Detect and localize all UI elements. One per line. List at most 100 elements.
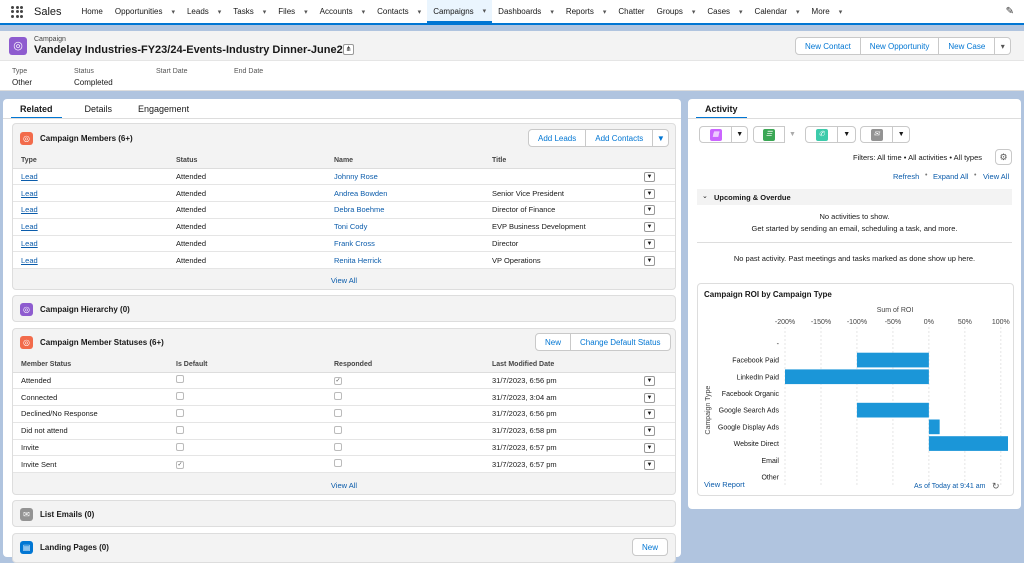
- nav-item-reports[interactable]: Reports ▾: [560, 0, 613, 24]
- row-actions-chevron-down-icon[interactable]: ▼: [644, 255, 655, 266]
- expand-all-link[interactable]: Expand All: [933, 172, 968, 181]
- row-actions-chevron-down-icon[interactable]: ▼: [644, 205, 655, 216]
- row-actions-chevron-down-icon[interactable]: ▼: [644, 426, 655, 437]
- chevron-down-icon[interactable]: ▼: [837, 127, 855, 142]
- nav-item-home[interactable]: Home: [76, 0, 109, 24]
- chevron-down-icon[interactable]: ▾: [304, 8, 308, 16]
- nav-item-accounts[interactable]: Accounts ▾: [314, 0, 371, 24]
- new-event-button[interactable]: ▦ ▼: [699, 126, 748, 143]
- column-header[interactable]: Name: [326, 153, 484, 169]
- chevron-down-icon[interactable]: ▾: [418, 8, 422, 16]
- chevron-down-icon[interactable]: ▼: [892, 127, 909, 142]
- tab-engagement[interactable]: Engagement: [129, 101, 198, 119]
- chevron-down-icon[interactable]: ▾: [263, 8, 267, 16]
- add-leads-button[interactable]: Add Leads: [528, 129, 587, 147]
- add-contacts-button[interactable]: Add Contacts: [586, 129, 654, 147]
- row-actions-chevron-down-icon[interactable]: ▼: [644, 222, 655, 233]
- chevron-down-icon[interactable]: ▾: [692, 8, 696, 16]
- no-past-activity-text: No past activity. Past meetings and task…: [733, 254, 976, 263]
- members-view-all-link[interactable]: View All: [13, 276, 675, 285]
- new-landing-page-button[interactable]: New: [632, 538, 669, 556]
- chevron-down-icon[interactable]: ▼: [785, 126, 800, 143]
- name-link[interactable]: Johnny Rose: [334, 172, 378, 181]
- name-link[interactable]: Frank Cross: [334, 239, 375, 248]
- members-more-chevron-down-icon[interactable]: ▼: [653, 129, 670, 147]
- nav-item-campaigns[interactable]: Campaigns ▾: [427, 0, 493, 24]
- name-link[interactable]: Renita Herrick: [334, 256, 382, 265]
- nav-item-chatter[interactable]: Chatter: [612, 0, 650, 24]
- nav-item-contacts[interactable]: Contacts ▾: [371, 0, 427, 24]
- email-button[interactable]: ✉ ▼: [860, 126, 910, 143]
- upcoming-section-header[interactable]: ⌄ Upcoming & Overdue: [697, 189, 1012, 205]
- new-status-button[interactable]: New: [535, 333, 572, 351]
- new-contact-button[interactable]: New Contact: [795, 37, 861, 55]
- column-header[interactable]: Type: [13, 153, 168, 169]
- nav-item-tasks[interactable]: Tasks ▾: [227, 0, 272, 24]
- column-header[interactable]: Is Default: [168, 357, 326, 373]
- tab-related[interactable]: Related: [11, 101, 62, 119]
- nav-item-calendar[interactable]: Calendar ▾: [749, 0, 806, 24]
- refresh-icon[interactable]: ↻: [992, 481, 1000, 492]
- type-link[interactable]: Lead: [21, 222, 38, 231]
- tab-details[interactable]: Details: [76, 101, 122, 119]
- row-actions-chevron-down-icon[interactable]: ▼: [644, 375, 655, 386]
- nav-item-dashboards[interactable]: Dashboards ▾: [492, 0, 560, 24]
- type-link[interactable]: Lead: [21, 172, 38, 181]
- row-actions-chevron-down-icon[interactable]: ▼: [644, 443, 655, 454]
- row-actions-chevron-down-icon[interactable]: ▼: [644, 239, 655, 250]
- nav-item-groups[interactable]: Groups ▾: [651, 0, 702, 24]
- chevron-down-icon[interactable]: ▾: [171, 8, 175, 16]
- refresh-link[interactable]: Refresh: [893, 172, 919, 181]
- chevron-down-icon[interactable]: ▼: [731, 127, 747, 142]
- type-link[interactable]: Lead: [21, 239, 38, 248]
- statuses-view-all-link[interactable]: View All: [13, 481, 675, 490]
- nav-item-opportunities[interactable]: Opportunities ▾: [109, 0, 181, 24]
- row-actions-chevron-down-icon[interactable]: ▼: [644, 459, 655, 470]
- row-actions-chevron-down-icon[interactable]: ▼: [644, 171, 655, 182]
- chevron-down-icon[interactable]: ▾: [483, 7, 487, 15]
- type-link[interactable]: Lead: [21, 205, 38, 214]
- app-launcher-icon[interactable]: [11, 5, 25, 18]
- name-link[interactable]: Andrea Bowden: [334, 189, 387, 198]
- hierarchy-icon[interactable]: ⋔: [343, 44, 354, 55]
- settings-gear-icon[interactable]: ⚙: [995, 149, 1012, 165]
- change-default-status-button[interactable]: Change Default Status: [571, 333, 671, 351]
- row-actions-chevron-down-icon[interactable]: ▼: [644, 188, 655, 199]
- nav-item-label: Chatter: [618, 7, 645, 16]
- type-link[interactable]: Lead: [21, 189, 38, 198]
- column-header[interactable]: Last Modified Date: [484, 357, 644, 373]
- name-link[interactable]: Toni Cody: [334, 222, 367, 231]
- more-actions-chevron-down-icon[interactable]: ▾: [995, 37, 1012, 55]
- new-case-button[interactable]: New Case: [939, 37, 996, 55]
- chevron-down-icon[interactable]: ▾: [796, 8, 800, 16]
- edit-nav-icon[interactable]: ✎: [1006, 6, 1014, 17]
- new-task-button[interactable]: ☰ ▼: [753, 126, 800, 143]
- log-call-button[interactable]: ✆ ▼: [805, 126, 856, 143]
- chevron-down-icon[interactable]: ▾: [603, 8, 607, 16]
- nav-item-files[interactable]: Files ▾: [272, 0, 313, 24]
- nav-item-label: Files: [278, 7, 296, 16]
- chevron-down-icon[interactable]: ▾: [550, 8, 554, 16]
- chevron-down-icon[interactable]: ▾: [362, 8, 366, 16]
- nav-item-more[interactable]: More ▾: [806, 0, 849, 24]
- nav-item-label: Accounts: [319, 7, 353, 16]
- no-activities-text: No activities to show.: [819, 212, 890, 221]
- chevron-down-icon[interactable]: ▾: [839, 8, 843, 16]
- tab-activity[interactable]: Activity: [696, 101, 747, 119]
- column-header[interactable]: Responded: [326, 357, 484, 373]
- view-report-link[interactable]: View Report: [704, 480, 745, 489]
- name-link[interactable]: Debra Boehme: [334, 205, 384, 214]
- column-header[interactable]: Status: [168, 153, 326, 169]
- chevron-down-icon[interactable]: ▾: [218, 8, 222, 16]
- type-link[interactable]: Lead: [21, 256, 38, 265]
- row-actions-chevron-down-icon[interactable]: ▼: [644, 392, 655, 403]
- y-tick-label: Facebook Paid: [732, 358, 779, 365]
- nav-item-leads[interactable]: Leads ▾: [181, 0, 227, 24]
- activity-view-all-link[interactable]: View All: [983, 172, 1009, 181]
- column-header[interactable]: Title: [484, 153, 644, 169]
- chevron-down-icon[interactable]: ▾: [739, 8, 743, 16]
- column-header[interactable]: Member Status: [13, 357, 168, 373]
- new-opportunity-button[interactable]: New Opportunity: [860, 37, 940, 55]
- row-actions-chevron-down-icon[interactable]: ▼: [644, 409, 655, 420]
- nav-item-cases[interactable]: Cases ▾: [701, 0, 748, 24]
